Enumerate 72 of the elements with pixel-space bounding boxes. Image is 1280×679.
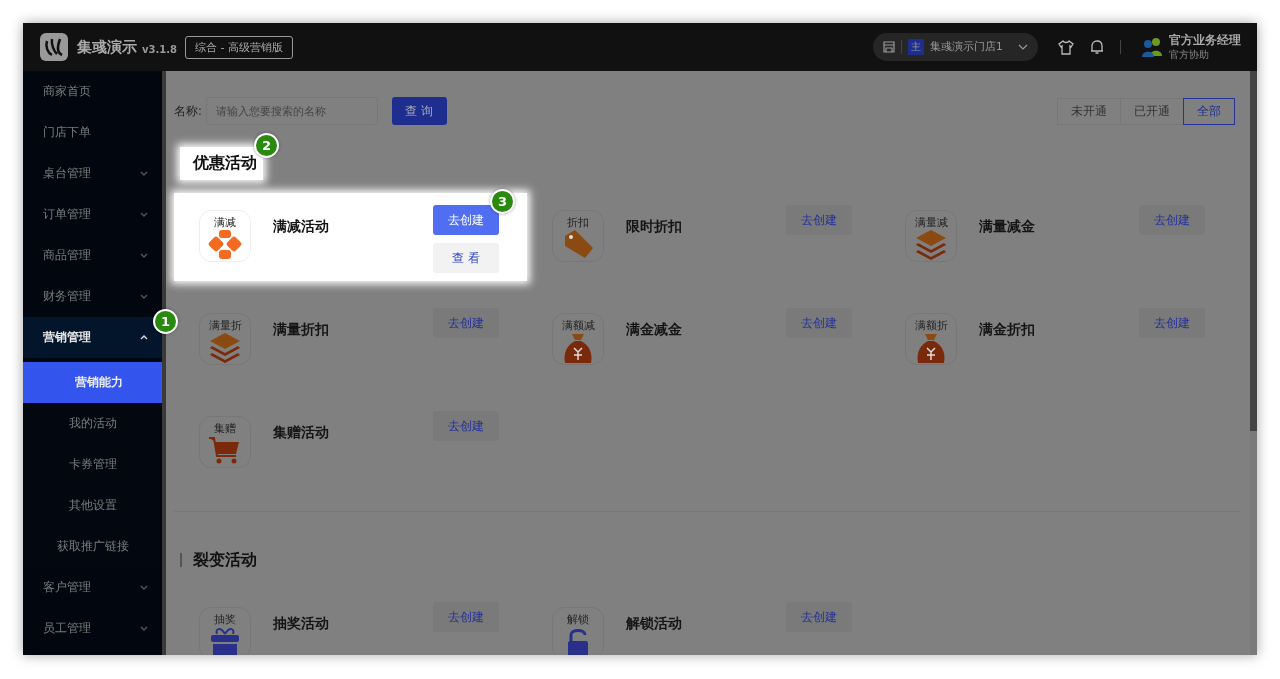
logo-icon — [40, 33, 68, 61]
chevron-icon — [140, 335, 148, 340]
chevron-icon — [140, 253, 148, 258]
filter-tab[interactable]: 已开通 — [1120, 97, 1184, 125]
action-button[interactable]: 去创建 — [786, 205, 852, 235]
action-button[interactable]: 去创建 — [433, 308, 499, 338]
activity-icon: 满额减 — [552, 313, 604, 365]
layers-icon — [914, 228, 948, 260]
store-name: 集彧演示门店1 — [930, 40, 1004, 54]
section-title: 裂变活动 — [192, 548, 258, 571]
store-icon — [883, 41, 895, 53]
user-role: 官方协助 — [1169, 47, 1210, 62]
chevron-icon — [1018, 44, 1028, 50]
chevron-icon — [140, 585, 148, 590]
sidebar-item[interactable]: 员工管理 — [23, 608, 162, 649]
blocks-icon — [208, 228, 242, 260]
step-badge: 3 — [490, 189, 515, 214]
bell-icon[interactable] — [1090, 39, 1104, 55]
app-name: 集彧演示 — [77, 37, 137, 57]
activity-icon: 满额折 — [905, 313, 957, 365]
version-label: v3.1.8 — [142, 43, 177, 55]
scrollbar-thumb[interactable] — [1250, 71, 1257, 431]
activity-name: 满量折扣 — [273, 321, 330, 339]
sidebar-item[interactable]: 桌台管理 — [23, 153, 162, 194]
create-button[interactable]: 去创建 — [433, 205, 499, 235]
activity-name: 限时折扣 — [626, 218, 683, 236]
sidebar-item[interactable]: 门店下单 — [23, 112, 162, 153]
shirt-icon[interactable] — [1058, 39, 1074, 55]
action-button[interactable]: 去创建 — [786, 308, 852, 338]
gift-icon — [208, 625, 242, 655]
store-badge: 主 — [908, 39, 924, 55]
sidebar-item[interactable]: 商家首页 — [23, 71, 162, 112]
activity-name: 集赠活动 — [273, 424, 330, 442]
activity-icon: 满量折 — [199, 313, 251, 365]
user-name: 官方业务经理 — [1169, 32, 1241, 48]
sidebar-item[interactable]: 订单管理 — [23, 194, 162, 235]
submenu-item[interactable]: 营销能力 — [23, 362, 162, 403]
action-button[interactable]: 去创建 — [433, 602, 499, 632]
activity-icon: 抽奖 — [199, 607, 251, 655]
filter-tab[interactable]: 未开通 — [1057, 97, 1121, 125]
activity-icon: 折扣 — [552, 210, 604, 262]
activity-icon: 满量减 — [905, 210, 957, 262]
action-button[interactable]: 去创建 — [786, 602, 852, 632]
name-label: 名称: — [174, 103, 202, 119]
chevron-icon — [140, 171, 148, 176]
filter-tab[interactable]: 全部 — [1183, 97, 1235, 125]
store-selector[interactable]: 主 集彧演示门店1 — [873, 33, 1038, 61]
layers-icon — [208, 331, 242, 363]
activity-name: 满量减金 — [979, 218, 1036, 236]
edition-badge: 综合 - 高级营销版 — [185, 35, 293, 59]
sidebar-item[interactable]: 营销管理 — [23, 317, 162, 358]
activity-icon: 解锁 — [552, 607, 604, 655]
activity-name: 抽奖活动 — [273, 615, 330, 633]
activity-name: 解锁活动 — [626, 615, 683, 633]
users-icon — [1141, 37, 1163, 57]
sidebar-item[interactable]: 客户管理 — [23, 567, 162, 608]
chevron-icon — [140, 294, 148, 299]
activity-name: 满金折扣 — [979, 321, 1036, 339]
activity-name: 满金减金 — [626, 321, 683, 339]
chevron-icon — [140, 212, 148, 217]
action-button[interactable]: 查 看 — [433, 243, 499, 273]
query-button[interactable]: 查 询 — [391, 97, 447, 125]
action-button[interactable]: 去创建 — [1139, 308, 1205, 338]
cart-icon — [208, 434, 242, 466]
action-button[interactable]: 去创建 — [1139, 205, 1205, 235]
step-badge: 2 — [254, 132, 279, 158]
activity-icon: 集赠 — [199, 416, 251, 468]
activity-name: 满减活动 — [273, 218, 330, 236]
chevron-icon — [140, 626, 148, 631]
activity-icon: 满减 — [199, 210, 251, 262]
action-button[interactable]: 去创建 — [433, 411, 499, 441]
sidebar-item[interactable]: 商品管理 — [23, 235, 162, 276]
